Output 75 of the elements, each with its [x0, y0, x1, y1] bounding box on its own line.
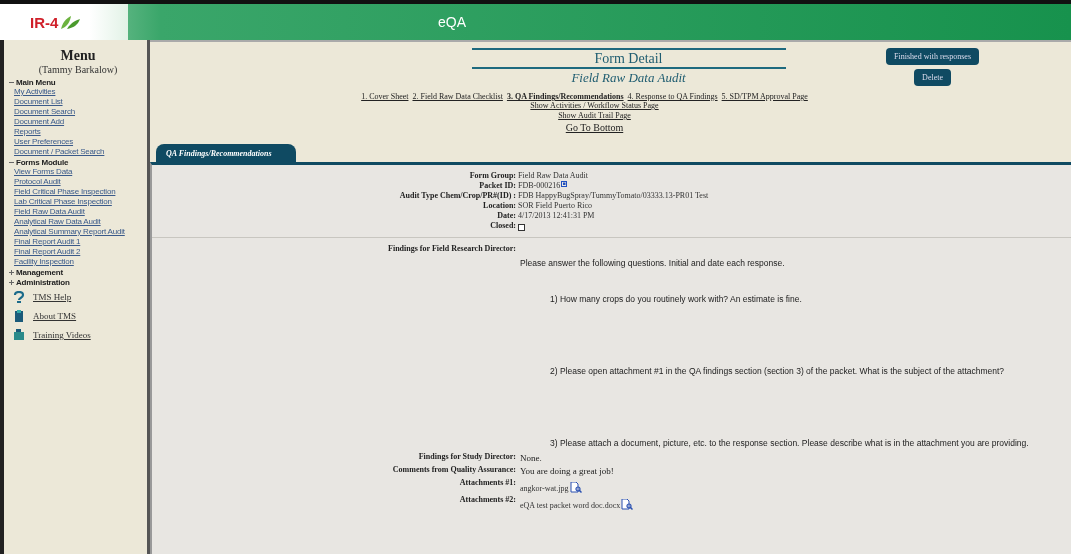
expand-icon[interactable] — [9, 279, 14, 285]
document-search-icon[interactable] — [569, 482, 582, 493]
book-icon — [13, 310, 25, 322]
file-name: angkor-wat.jpg — [520, 484, 569, 493]
step-link[interactable]: 5. SD/TPM Approval Page — [721, 92, 808, 101]
step-link[interactable]: 1. Cover Sheet — [361, 92, 409, 101]
menu-link[interactable]: Field Raw Data Audit — [14, 207, 85, 217]
action-button[interactable]: Delete — [914, 69, 951, 86]
logo-text: IR-4 — [30, 13, 59, 31]
menu-link[interactable]: User Preferences — [14, 137, 74, 147]
menu-group[interactable]: Main Menu — [16, 77, 56, 87]
field-value: FDB HappyBugSpray/TummyTomato/03333.13-PR01 Test — [518, 191, 709, 200]
menu-link[interactable]: Field Critical Phase Inspection — [14, 187, 116, 197]
field-value: FDB-000216 — [518, 181, 561, 190]
step-link[interactable]: 2. Field Raw Data Checklist — [412, 92, 503, 101]
go-to-bottom-link[interactable]: Go To Bottom — [565, 122, 624, 133]
question-icon — [13, 291, 25, 303]
menu-link[interactable]: About TMS — [33, 311, 77, 321]
field-label: Date: — [496, 211, 516, 220]
field-label: Closed: — [489, 221, 516, 231]
field-value: None. — [520, 452, 543, 463]
menu-title: Menu — [60, 48, 96, 64]
field-label: Findings for Study Director: — [417, 452, 516, 461]
action-button[interactable]: Finished with responses — [886, 48, 979, 65]
form-subtitle: Field Raw Data Audit — [571, 70, 686, 86]
menu-link[interactable]: Document / Packet Search — [14, 147, 105, 157]
menu-link[interactable]: Document Add — [14, 117, 65, 127]
instruction-text: Please answer the following questions. Initial and date each response. — [520, 258, 786, 268]
field-label: Packet ID: — [478, 181, 516, 190]
menu-link[interactable]: Reports — [14, 127, 41, 137]
menu-link[interactable]: Lab Critical Phase Inspection — [14, 197, 112, 207]
menu-link[interactable]: Protocol Audit — [14, 177, 61, 187]
field-label: Form Group: — [468, 171, 516, 180]
menu-link[interactable]: Document List — [14, 97, 63, 107]
menu-link[interactable]: Analytical Summary Report Audit — [14, 227, 125, 237]
form-title: Form Detail — [471, 48, 786, 69]
expand-icon[interactable] — [9, 269, 14, 275]
field-value: SOR Field Puerto Rico — [518, 201, 592, 210]
field-value: Field Raw Data Audit — [518, 171, 588, 180]
step-link[interactable]: 3. QA Findings/Recommendations — [506, 92, 624, 101]
menu-link[interactable]: View Forms Data — [14, 167, 73, 177]
question-text: 1) How many crops do you routinely work with? An estimate is fine. — [550, 294, 803, 304]
step-link[interactable]: 4. Response to QA Findings — [627, 92, 718, 101]
field-label: Attachments #2: — [458, 495, 516, 504]
field-value: You are doing a great job! — [520, 465, 615, 476]
menu-link[interactable]: TMS Help — [33, 292, 72, 302]
page-link[interactable]: Show Audit Trail Page — [558, 111, 631, 121]
menu-link[interactable]: My Activities — [14, 87, 56, 97]
menu-link[interactable]: Final Report Audit 2 — [14, 247, 81, 257]
field-label: Audit Type Chem/Crop/PR#(ID) : — [398, 191, 516, 200]
field-label: Location: — [482, 201, 516, 210]
document-search-icon[interactable] — [621, 499, 634, 510]
app-title: eQA — [438, 14, 466, 30]
field-label: Attachments #1: — [458, 478, 516, 487]
leaf-icon — [59, 14, 82, 30]
menu-group[interactable]: Administration — [16, 277, 70, 287]
field-label: Comments from Quality Assurance: — [391, 465, 516, 474]
menu-link[interactable]: Final Report Audit 1 — [14, 237, 81, 247]
field-label: Findings for Field Research Director: — [387, 244, 516, 255]
video-icon — [13, 329, 25, 341]
user-name: (Tammy Barkalow) — [38, 64, 118, 75]
question-text: 3) Please attach a document, picture, etc. to the response section. Please describe what is in the attachment you are providing. — [550, 438, 1030, 448]
tab[interactable]: QA Findings/Recommendations — [156, 144, 296, 162]
question-text: 2) Please open attachment #1 in the QA findings section (section 3) of the packet. What is the subject of the attachment? — [550, 366, 1006, 376]
checkbox[interactable] — [518, 224, 525, 231]
menu-link[interactable]: Training Videos — [33, 330, 91, 340]
page-link[interactable]: Show Activities / Workflow Status Page — [530, 101, 659, 111]
menu-link[interactable]: Analytical Raw Data Audit — [14, 217, 101, 227]
menu-link[interactable]: Facility Inspection — [14, 257, 74, 267]
menu-group[interactable]: Forms Module — [16, 157, 69, 167]
popup-icon[interactable] — [561, 181, 568, 187]
menu-group[interactable]: Management — [16, 267, 63, 277]
menu-link[interactable]: Document Search — [14, 107, 76, 117]
file-name: eQA test packet word doc.docx — [520, 501, 621, 510]
field-value: 4/17/2013 12:41:31 PM — [518, 211, 595, 220]
